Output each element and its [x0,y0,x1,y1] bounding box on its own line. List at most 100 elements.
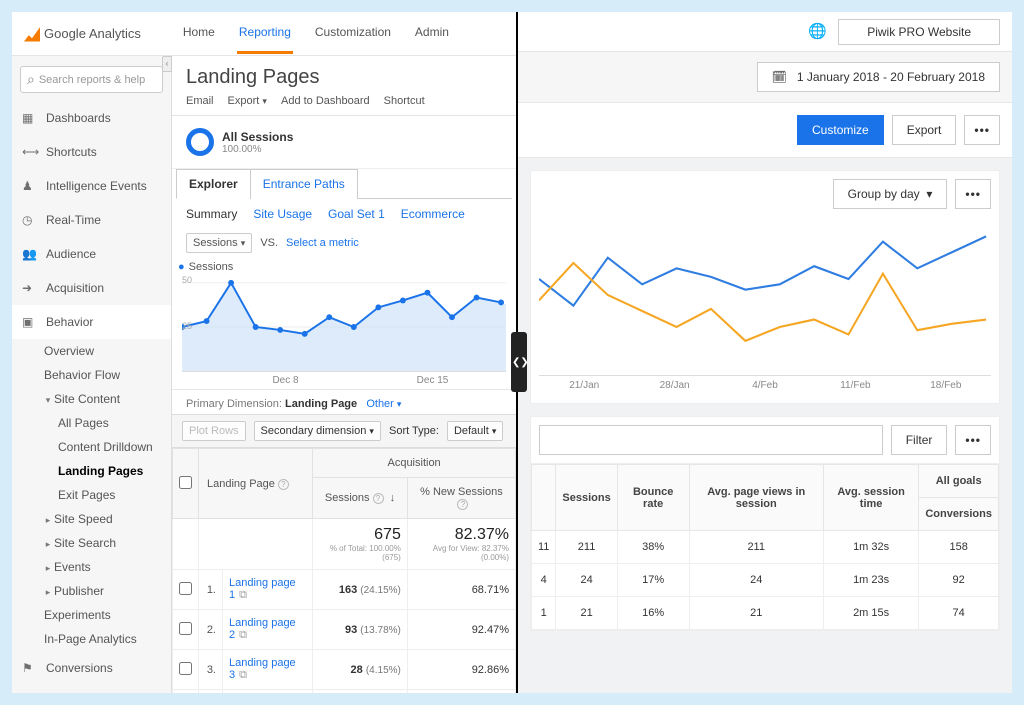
page-title: Landing Pages [172,56,516,95]
customize-button[interactable]: Customize [797,115,884,145]
toolbar-shortcut[interactable]: Shortcut [384,95,425,107]
pw-x-3: 11/Feb [810,376,900,395]
subtab-summary[interactable]: Summary [186,207,237,221]
row-checkbox[interactable] [179,582,192,595]
th-landing-page[interactable]: Landing Page [207,478,275,490]
pw-row-conv: 74 [919,597,999,630]
tab-explorer[interactable]: Explorer [176,169,251,199]
flag-icon: ⚑ [22,661,36,675]
sidebar-collapse[interactable]: ‹ [162,56,172,72]
landing-page-link[interactable]: Landing page 1⧉ [223,570,313,610]
pw-th-conv[interactable]: Conversions [919,498,999,531]
sidebar-conversions[interactable]: ⚑Conversions [12,651,171,685]
sidebar-audience[interactable]: 👥Audience [12,237,171,271]
metric-selector[interactable]: Sessions ▾ [186,233,252,253]
open-icon[interactable]: ⧉ [239,629,247,641]
table-more-button[interactable]: ••• [955,425,991,455]
segment-row[interactable]: All Sessions 100.00% [172,116,516,169]
date-range-picker[interactable]: 🗓 1 January 2018 - 20 February 2018 [757,62,1000,92]
sidebar-behavior[interactable]: ▣Behavior [12,305,171,339]
checkbox-all[interactable] [179,476,192,489]
landing-page-link[interactable]: Landing page 3⧉ [223,650,313,690]
sub-landing[interactable]: Landing Pages [40,459,171,483]
dim-other[interactable]: Other ▾ [366,398,401,410]
nav-customization[interactable]: Customization [313,13,393,54]
pw-row-prefix: 4 [532,564,556,597]
globe-icon[interactable]: 🌐 [808,22,828,42]
plot-rows[interactable]: Plot Rows [182,421,246,441]
row-sessions: 28 (4.15%) [313,690,408,693]
bulb-icon: ♟ [22,179,36,193]
sub-search[interactable]: ▸Site Search [40,531,171,555]
sub-inpage[interactable]: In-Page Analytics [40,627,171,651]
sidebar-dashboards[interactable]: ▦Dashboards [12,101,171,135]
pw-th-apv[interactable]: Avg. page views in session [689,465,823,531]
table-filter-input[interactable] [539,425,883,455]
search-input[interactable]: Search reports & help [20,66,163,93]
pw-th-bounce[interactable]: Bounce rate [617,465,689,531]
pw-th-allgoals[interactable]: All goals [919,465,999,498]
sub-flow[interactable]: Behavior Flow [40,363,171,387]
sort-type[interactable]: Default ▾ [447,421,504,441]
sidebar-shortcuts[interactable]: ⟷Shortcuts [12,135,171,169]
row-checkbox[interactable] [179,622,192,635]
subtab-usage[interactable]: Site Usage [253,207,312,221]
row-newsess: 68.71% [407,570,515,610]
pw-th-ast[interactable]: Avg. session time [823,465,918,531]
pw-row-conv: 92 [919,564,999,597]
sidebar-realtime[interactable]: ◷Real-Time [12,203,171,237]
landing-page-link[interactable]: Landing page 4⧉ [223,690,313,693]
export-button[interactable]: Export [892,115,957,145]
sidebar-intelligence[interactable]: ♟Intelligence Events [12,169,171,203]
toolbar-addto[interactable]: Add to Dashboard [281,95,370,107]
pw-chart[interactable] [539,215,991,375]
row-newsess: 92.86% [407,650,515,690]
th-new-sessions[interactable]: % New Sessions? [407,478,515,519]
sidebar-acquisition[interactable]: ➜Acquisition [12,271,171,305]
toolbar-export[interactable]: Export ▾ [228,95,267,107]
row-newsess: 92.47% [407,610,515,650]
toolbar-email[interactable]: Email [186,95,214,107]
pw-row-apv: 211 [689,531,823,564]
sub-drilldown[interactable]: Content Drilldown [40,435,171,459]
acquisition-icon: ➜ [22,281,36,295]
select-metric[interactable]: Select a metric [286,237,359,249]
site-selector[interactable]: Piwik PRO Website [838,19,1000,45]
open-icon[interactable]: ⧉ [239,589,247,601]
pw-row-bounce: 38% [617,531,689,564]
open-icon[interactable]: ⧉ [239,669,247,681]
sub-allpages[interactable]: All Pages [40,411,171,435]
more-button[interactable]: ••• [964,115,1000,145]
nav-home[interactable]: Home [181,13,217,54]
nav-reporting[interactable]: Reporting [237,13,293,54]
row-sessions: 28 (4.15%) [313,650,408,690]
subtab-goal[interactable]: Goal Set 1 [328,207,385,221]
pw-row-sess: 24 [556,564,617,597]
sub-exit[interactable]: Exit Pages [40,483,171,507]
sub-experiments[interactable]: Experiments [40,603,171,627]
sub-overview[interactable]: Overview [40,339,171,363]
date-range-text: 1 January 2018 - 20 February 2018 [797,70,985,84]
pw-x-2: 4/Feb [720,376,810,395]
chart-more-button[interactable]: ••• [955,179,991,209]
x-dec8: Dec 8 [212,372,359,389]
th-sessions[interactable]: Sessions? ↓ [313,478,408,519]
group-by-selector[interactable]: Group by day ▾ [833,179,948,209]
ga-chart[interactable]: 50 25 [182,273,506,371]
nav-admin[interactable]: Admin [413,13,451,54]
sub-speed[interactable]: ▸Site Speed [40,507,171,531]
sub-sitecontent[interactable]: ▾Site Content [40,387,171,411]
dim-value[interactable]: Landing Page [285,398,357,410]
filter-button[interactable]: Filter [891,425,948,455]
sub-events[interactable]: ▸Events [40,555,171,579]
y-tick-50: 50 [182,275,192,285]
pw-th-sessions[interactable]: Sessions [556,465,617,531]
sub-publisher[interactable]: ▸Publisher [40,579,171,603]
landing-page-link[interactable]: Landing page 2⧉ [223,610,313,650]
row-checkbox[interactable] [179,662,192,675]
comparison-slider-handle[interactable]: ❮❯ [511,332,527,392]
secondary-dim[interactable]: Secondary dimension ▾ [254,421,381,441]
subtab-ecom[interactable]: Ecommerce [401,207,465,221]
row-sessions: 163 (24.15%) [313,570,408,610]
tab-entrance[interactable]: Entrance Paths [250,169,358,199]
